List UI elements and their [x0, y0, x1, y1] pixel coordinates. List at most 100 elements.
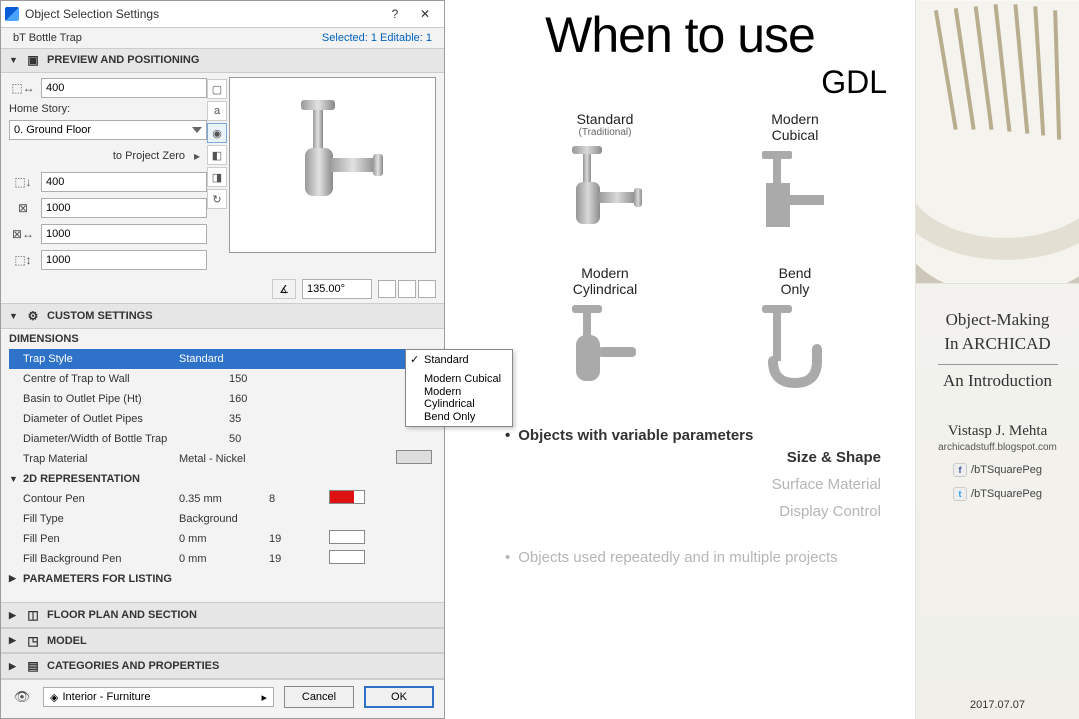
section-custom-settings-header[interactable]: ▼ ⚙ CUSTOM SETTINGS	[1, 303, 444, 329]
categories-icon: ▤	[25, 658, 41, 674]
slide-heading: When to use	[445, 0, 915, 64]
layer-icon[interactable]: 👁	[11, 687, 33, 707]
bullet-list: •Objects with variable parameters Size &…	[445, 407, 915, 566]
sidebar-title-1: Object-Making	[940, 284, 1056, 334]
section-label: PREVIEW AND POSITIONING	[47, 54, 199, 66]
view-axo-button[interactable]: ◨	[207, 167, 227, 187]
param-fill-pen[interactable]: Fill Pen 0 mm 19	[9, 529, 436, 549]
home-story-label: Home Story:	[9, 103, 207, 115]
view-side-button[interactable]: ◧	[207, 145, 227, 165]
twitter-icon: t	[953, 487, 967, 501]
variant-bend-icon	[740, 297, 850, 407]
pen-swatch[interactable]	[329, 490, 365, 504]
param-basin[interactable]: Basin to Outlet Pipe (Ht) 160	[9, 389, 436, 409]
variant-standard: Standard (Traditional)	[525, 111, 685, 253]
bullet-1a: Size & Shape	[505, 444, 881, 471]
mirror-z-button[interactable]	[418, 280, 436, 298]
dim-z-input[interactable]	[41, 250, 207, 270]
angle-icon: ∡	[272, 279, 296, 299]
chevron-down-icon: ▼	[9, 55, 19, 65]
bullet-1b: Surface Material	[505, 471, 881, 498]
mirror-x-button[interactable]	[378, 280, 396, 298]
close-button[interactable]: ✕	[410, 3, 440, 25]
variant-cylindrical-icon	[550, 297, 660, 407]
pen-swatch[interactable]	[329, 530, 365, 544]
section-categories-header[interactable]: ▶ ▤ CATEGORIES AND PROPERTIES	[1, 653, 444, 679]
custom-params-area: DIMENSIONS Trap Style Standard ▸ Centre …	[1, 329, 444, 589]
chevron-right-icon: ▶	[9, 635, 19, 646]
param-dia-out[interactable]: Diameter of Outlet Pipes 35	[9, 409, 436, 429]
preview-toolbar: ▢ a ◉ ◧ ◨ ↻	[207, 77, 229, 271]
trap-style-dropdown: Standard Modern Cubical Modern Cylindric…	[405, 349, 513, 427]
section-label: FLOOR PLAN AND SECTION	[47, 609, 197, 621]
home-story-select[interactable]: 0. Ground Floor	[9, 120, 207, 140]
view-front-button[interactable]: a	[207, 101, 227, 121]
dropdown-option-standard[interactable]: Standard	[406, 350, 512, 369]
dropdown-option-bend-only[interactable]: Bend Only	[406, 407, 512, 426]
preview-positioning-body: ⬚↔ Home Story: 0. Ground Floor to Projec…	[1, 73, 444, 275]
dim-y-input[interactable]	[41, 224, 207, 244]
sidebar-date: 2017.07.07	[970, 699, 1025, 719]
group-parameters-for-listing[interactable]: ▶PARAMETERS FOR LISTING	[9, 569, 436, 589]
param-trap-style[interactable]: Trap Style Standard ▸	[9, 349, 436, 369]
mirror-y-button[interactable]	[398, 280, 416, 298]
variant-modern-cubical: Modern Cubical	[715, 111, 875, 253]
sidebar: Object-Making In ARCHICAD An Introductio…	[915, 0, 1079, 719]
sidebar-title-2: In ARCHICAD	[938, 334, 1056, 358]
angle-input[interactable]	[302, 279, 372, 299]
author-site: archicadstuff.blogspot.com	[938, 442, 1057, 453]
height-icon: ⬚↓	[9, 171, 37, 193]
arrow-right-icon[interactable]: ▸	[189, 145, 205, 167]
section-label: MODEL	[47, 635, 87, 647]
view-persp-button[interactable]: ↻	[207, 189, 227, 209]
chevron-down-icon: ▼	[9, 311, 19, 321]
settings-icon: ⚙	[25, 308, 41, 324]
bullet-2: Objects used repeatedly and in multiple …	[518, 549, 837, 566]
preview-3d-box[interactable]	[229, 77, 436, 253]
param-centre[interactable]: Centre of Trap to Wall 150	[9, 369, 436, 389]
group-dimensions[interactable]: DIMENSIONS	[9, 329, 436, 349]
dialog-title: Object Selection Settings	[25, 7, 380, 21]
variant-standard-icon	[550, 138, 660, 248]
view-3d-button[interactable]: ◉	[207, 123, 227, 143]
app-icon	[5, 7, 19, 21]
material-swatch[interactable]	[396, 450, 432, 464]
ok-button[interactable]: OK	[364, 686, 434, 708]
angle-row: ∡	[1, 275, 444, 303]
pen-swatch[interactable]	[329, 550, 365, 564]
bullet-1c: Display Control	[505, 498, 881, 525]
divider	[938, 364, 1058, 365]
variant-cubical-icon	[740, 143, 850, 253]
classifier-combo[interactable]: ◈ Interior - Furniture ▸	[43, 687, 274, 707]
param-trap-material[interactable]: Trap Material Metal - Nickel	[9, 449, 436, 469]
param-contour-pen[interactable]: Contour Pen 0.35 mm 8	[9, 489, 436, 509]
dim-x-input[interactable]	[41, 198, 207, 218]
view-top-button[interactable]: ▢	[207, 79, 227, 99]
social-facebook[interactable]: f /bTSquarePeg	[953, 463, 1042, 477]
dropdown-option-modern-cylindrical[interactable]: Modern Cylindrical	[406, 388, 512, 407]
param-fill-type[interactable]: Fill Type Background	[9, 509, 436, 529]
sidebar-title-3: An Introduction	[937, 371, 1058, 395]
param-fill-bg-pen[interactable]: Fill Background Pen 0 mm 19	[9, 549, 436, 569]
param-dia-width[interactable]: Diameter/Width of Bottle Trap 50	[9, 429, 436, 449]
variant-modern-cylindrical: Modern Cylindrical	[525, 265, 685, 407]
slide-subheading: GDL	[445, 64, 915, 101]
top-width-input[interactable]	[41, 78, 207, 98]
floorplan-icon: ◫	[25, 607, 41, 623]
dim-z-icon: ⬚↕	[9, 249, 37, 271]
group-2d-representation[interactable]: ▼2D REPRESENTATION	[9, 469, 436, 489]
status-row: bT Bottle Trap Selected: 1 Editable: 1	[1, 28, 444, 48]
section-label: CUSTOM SETTINGS	[47, 310, 153, 322]
section-preview-positioning-header[interactable]: ▼ ▣ PREVIEW AND POSITIONING	[1, 48, 444, 74]
model-icon: ◳	[25, 633, 41, 649]
width-icon: ⬚↔	[9, 77, 37, 99]
section-floorplan-header[interactable]: ▶ ◫ FLOOR PLAN AND SECTION	[1, 602, 444, 628]
social-twitter[interactable]: t /bTSquarePeg	[953, 487, 1042, 501]
section-model-header[interactable]: ▶ ◳ MODEL	[1, 628, 444, 654]
help-button[interactable]: ?	[380, 3, 410, 25]
bullet-1: Objects with variable parameters	[518, 427, 753, 444]
cancel-button[interactable]: Cancel	[284, 686, 354, 708]
section-label: CATEGORIES AND PROPERTIES	[47, 660, 219, 672]
project-zero-input[interactable]	[41, 172, 207, 192]
selection-status: Selected: 1 Editable: 1	[322, 32, 432, 44]
